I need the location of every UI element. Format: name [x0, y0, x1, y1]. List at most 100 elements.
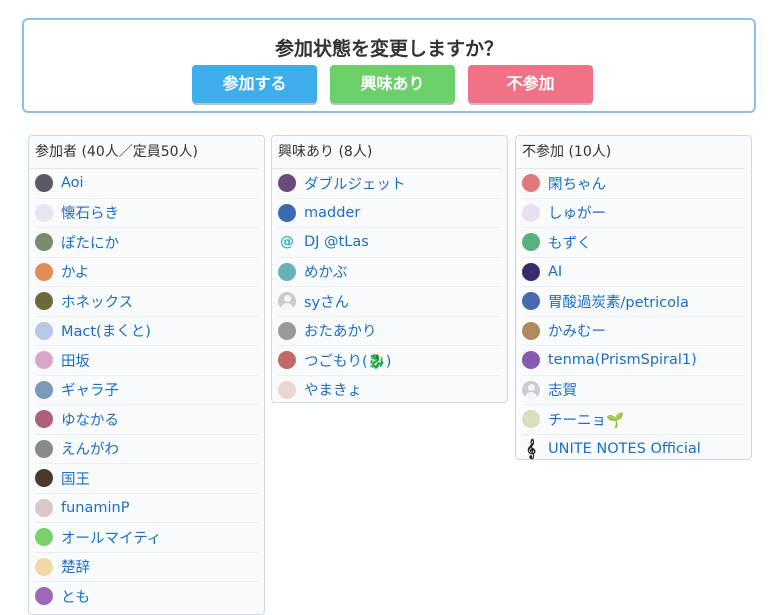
member-item[interactable]: しゅがー — [522, 199, 745, 228]
member-item[interactable]: madder — [278, 199, 501, 228]
member-item[interactable]: @ DJ @tLas — [278, 228, 501, 258]
member-name-link[interactable]: かみむー — [548, 320, 606, 341]
member-name-link[interactable]: めかぶ — [304, 261, 348, 282]
member-item[interactable]: とも — [35, 582, 258, 611]
member-name-link[interactable]: とも — [61, 586, 90, 607]
member-name-link[interactable]: funaminP — [61, 500, 129, 516]
member-name-link[interactable]: 楚辞 — [61, 556, 90, 577]
member-item[interactable]: syさん — [278, 287, 501, 317]
member-name-link[interactable]: madder — [304, 205, 360, 221]
member-name-link[interactable]: AI — [548, 264, 562, 280]
interested-list: ダブルジェット madder @ DJ @tLas めかぶ syさんおたあかりつごもり(🐉… — [272, 169, 507, 404]
member-item[interactable]: かみむー — [522, 317, 745, 346]
member-name-link[interactable]: 志賀 — [548, 379, 577, 400]
member-name-link[interactable]: 胃酸過炭素/petricola — [548, 291, 689, 312]
avatar — [278, 321, 296, 340]
declined-column: 不参加 (10人) 閑ちゃん しゅがー もずく AI 胃酸過炭素/petricola かみ… — [515, 135, 752, 460]
member-name-link[interactable]: syさん — [304, 291, 349, 312]
member-name-link[interactable]: UNITE NOTES Official — [548, 441, 701, 457]
member-item[interactable]: ホネックス — [35, 287, 258, 317]
avatar — [278, 203, 296, 222]
avatar — [35, 469, 53, 488]
member-item[interactable]: 国王 — [35, 464, 258, 494]
member-name-link[interactable]: Mact(まくと) — [61, 320, 151, 341]
member-item[interactable]: ダブルジェット — [278, 169, 501, 199]
declined-list: 閑ちゃんしゅがーもずく AI 胃酸過炭素/petricola かみむー tenma(Pr… — [516, 169, 751, 463]
avatar — [35, 321, 53, 340]
interested-header: 興味あり (8人) — [272, 136, 501, 169]
member-item[interactable]: 志賀 — [522, 376, 745, 405]
avatar — [522, 233, 540, 252]
member-item[interactable]: おたあかり — [278, 317, 501, 346]
member-name-link[interactable]: 閑ちゃん — [548, 173, 606, 194]
member-item[interactable]: Mact(まくと) — [35, 317, 258, 346]
member-name-link[interactable]: ダブルジェット — [304, 173, 406, 194]
member-name-link[interactable]: おたあかり — [304, 320, 377, 341]
avatar — [35, 203, 53, 222]
member-name-link[interactable]: チーニョ🌱 — [548, 409, 624, 430]
member-item[interactable]: ぽたにか — [35, 228, 258, 258]
member-item[interactable]: かよ — [35, 258, 258, 287]
member-name-link[interactable]: ギャラ子 — [61, 379, 119, 400]
member-name-link[interactable]: DJ @tLas — [304, 234, 369, 250]
avatar — [35, 439, 53, 458]
member-name-link[interactable]: 国王 — [61, 468, 90, 489]
avatar — [35, 587, 53, 606]
member-item[interactable]: 田坂 — [35, 346, 258, 376]
avatar — [35, 410, 53, 429]
member-item[interactable]: 胃酸過炭素/petricola — [522, 287, 745, 317]
treble-clef-icon: 𝄞 — [525, 438, 537, 459]
member-name-link[interactable]: えんがわ — [61, 438, 119, 459]
at-icon: @ — [280, 234, 294, 251]
member-item[interactable]: 𝄞 UNITE NOTES Official — [522, 435, 745, 464]
avatar — [35, 292, 53, 311]
member-item[interactable]: チーニョ🌱 — [522, 405, 745, 435]
avatar — [278, 262, 296, 281]
member-name-link[interactable]: ぽたにか — [61, 232, 119, 253]
avatar — [522, 262, 540, 281]
avatar — [35, 233, 53, 252]
participants-column: 参加者 (40人／定員50人) Aoi 懐石らき ぽたにか かよ ホネックス Mact(ま… — [28, 135, 265, 615]
member-item[interactable]: オールマイティ — [35, 523, 258, 553]
member-item[interactable]: funaminP — [35, 494, 258, 523]
decline-button[interactable]: 不参加 — [468, 65, 593, 103]
member-item[interactable]: やまきょ — [278, 376, 501, 405]
member-name-link[interactable]: Aoi — [61, 175, 84, 191]
member-item[interactable]: ギャラ子 — [35, 376, 258, 405]
avatar — [278, 380, 296, 399]
member-item[interactable]: もずく — [522, 228, 745, 258]
member-name-link[interactable]: しゅがー — [548, 202, 606, 223]
member-item[interactable]: ゆなかる — [35, 405, 258, 435]
avatar — [35, 174, 53, 193]
member-name-link[interactable]: オールマイティ — [61, 527, 161, 548]
member-item[interactable]: めかぶ — [278, 258, 501, 287]
avatar — [35, 528, 53, 547]
avatar — [278, 351, 296, 370]
member-name-link[interactable]: 懐石らき — [61, 202, 119, 223]
join-button[interactable]: 参加する — [192, 65, 317, 103]
avatar — [522, 321, 540, 340]
interested-column: 興味あり (8人) ダブルジェット madder @ DJ @tLas めかぶ syさんお… — [271, 135, 508, 403]
avatar — [35, 557, 53, 576]
member-name-link[interactable]: もずく — [548, 232, 592, 253]
member-name-link[interactable]: かよ — [61, 261, 89, 282]
member-name-link[interactable]: つごもり(🐉) — [304, 350, 391, 371]
member-item[interactable]: tenma(PrismSpiral1) — [522, 346, 745, 376]
member-name-link[interactable]: tenma(PrismSpiral1) — [548, 352, 697, 368]
member-item[interactable]: えんがわ — [35, 435, 258, 464]
avatar — [35, 262, 53, 281]
member-item[interactable]: AI — [522, 258, 745, 287]
member-item[interactable]: 閑ちゃん — [522, 169, 745, 199]
member-name-link[interactable]: やまきょ — [304, 379, 362, 400]
member-name-link[interactable]: ゆなかる — [61, 409, 119, 430]
avatar — [522, 351, 540, 370]
member-item[interactable]: つごもり(🐉) — [278, 346, 501, 376]
member-item[interactable]: Aoi — [35, 169, 258, 199]
member-name-link[interactable]: 田坂 — [61, 350, 90, 371]
member-item[interactable]: 懐石らき — [35, 199, 258, 228]
participants-list: Aoi 懐石らきぽたにかかよホネックス Mact(まくと) 田坂ギャラ子ゆなかるえんが… — [29, 169, 264, 611]
member-item[interactable]: 楚辞 — [35, 553, 258, 582]
interested-button[interactable]: 興味あり — [330, 65, 455, 103]
member-name-link[interactable]: ホネックス — [61, 291, 133, 312]
avatar — [35, 498, 53, 517]
